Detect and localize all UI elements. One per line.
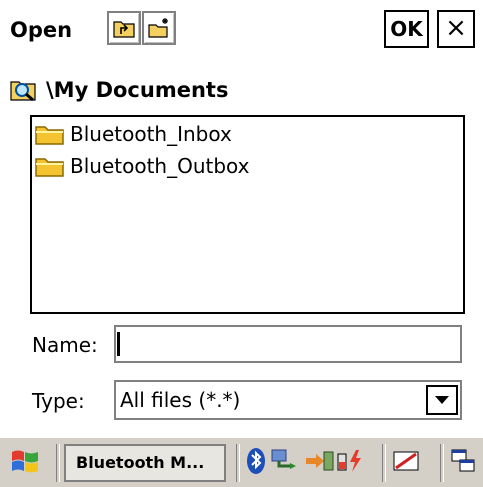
- close-button[interactable]: ×: [437, 10, 475, 48]
- list-item[interactable]: Bluetooth_Inbox: [34, 119, 232, 149]
- type-label: Type:: [32, 389, 85, 413]
- current-path: \My Documents: [10, 76, 228, 104]
- name-input[interactable]: [114, 325, 462, 363]
- ok-button[interactable]: OK: [384, 10, 429, 48]
- folder-icon: [35, 126, 64, 145]
- start-button[interactable]: [8, 446, 42, 482]
- text-caret: [117, 332, 120, 356]
- type-dropdown[interactable]: All files (*.*): [114, 380, 462, 420]
- explore-folder-icon: [10, 81, 36, 102]
- path-label: \My Documents: [46, 78, 229, 102]
- network-icon[interactable]: [270, 446, 300, 480]
- new-folder-icon: [148, 18, 168, 38]
- list-item[interactable]: Bluetooth_Outbox: [34, 151, 250, 181]
- file-name: Bluetooth_Outbox: [70, 154, 250, 178]
- dialog-title: Open: [10, 18, 73, 42]
- input-panel-icon[interactable]: [392, 446, 422, 480]
- battery-icon[interactable]: [336, 446, 366, 480]
- type-selected-value: All files (*.*): [120, 388, 241, 412]
- new-folder-button[interactable]: [142, 11, 176, 45]
- bluetooth-icon[interactable]: [246, 446, 266, 480]
- file-list[interactable]: Bluetooth_Inbox Bluetooth_Outbox: [30, 115, 465, 314]
- folder-icon: [35, 158, 64, 177]
- up-folder-button[interactable]: [107, 11, 141, 45]
- windows-flag-icon: [12, 450, 38, 473]
- up-folder-icon: [113, 21, 135, 38]
- dropdown-arrow-button[interactable]: [426, 385, 458, 415]
- chevron-down-icon: [435, 396, 449, 404]
- sync-icon[interactable]: [304, 446, 334, 480]
- name-label: Name:: [32, 333, 98, 357]
- taskbar-app-button[interactable]: Bluetooth M...: [64, 444, 226, 482]
- switch-window-icon[interactable]: [450, 446, 478, 480]
- taskbar: Bluetooth M...: [0, 436, 483, 487]
- file-name: Bluetooth_Inbox: [70, 122, 232, 146]
